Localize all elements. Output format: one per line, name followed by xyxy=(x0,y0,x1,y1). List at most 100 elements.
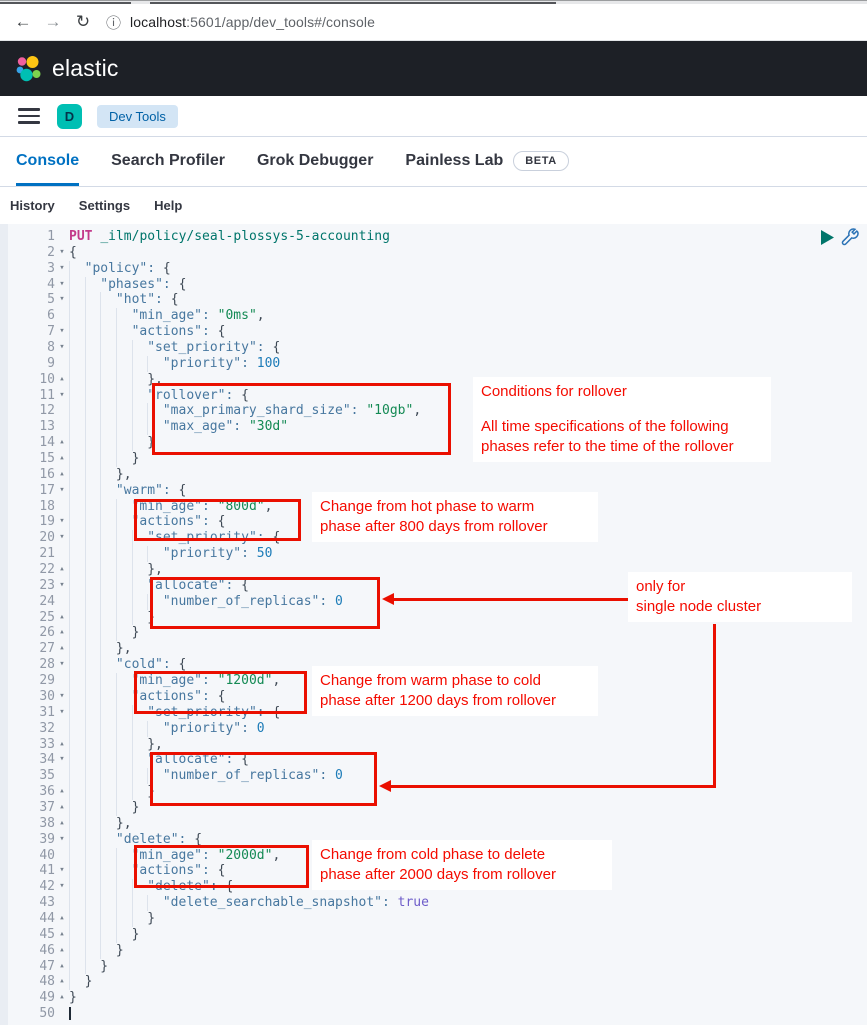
code-line[interactable]: 39▾"delete": { xyxy=(0,832,867,848)
code-line[interactable]: 5▾"hot": { xyxy=(0,292,867,308)
request-options-wrench-button[interactable] xyxy=(841,228,859,246)
code-line[interactable]: 41▾"actions": { xyxy=(0,863,867,879)
console-editor[interactable]: 1PUT _ilm/policy/seal-plossys-5-accounti… xyxy=(0,224,867,1025)
code-line[interactable]: 34▾"allocate": { xyxy=(0,752,867,768)
fold-open-icon[interactable]: ▾ xyxy=(55,292,69,308)
code-line[interactable]: 23▾"allocate": { xyxy=(0,578,867,594)
fold-close-icon[interactable]: ▴ xyxy=(55,800,69,816)
code-line[interactable]: 35"number_of_replicas": 0 xyxy=(0,768,867,784)
code-line[interactable]: 17▾"warm": { xyxy=(0,483,867,499)
fold-close-icon[interactable]: ▴ xyxy=(55,959,69,975)
code-line[interactable]: 12"max_primary_shard_size": "10gb", xyxy=(0,403,867,419)
fold-open-icon[interactable]: ▾ xyxy=(55,578,69,594)
forward-button[interactable]: → xyxy=(38,12,68,32)
fold-open-icon[interactable]: ▾ xyxy=(55,340,69,356)
code-line[interactable]: 48▴} xyxy=(0,974,867,990)
code-line[interactable]: 33▴}, xyxy=(0,737,867,753)
fold-close-icon[interactable]: ▴ xyxy=(55,943,69,959)
code-line[interactable]: 43"delete_searchable_snapshot": true xyxy=(0,895,867,911)
code-line[interactable]: 38▴}, xyxy=(0,816,867,832)
fold-open-icon[interactable]: ▾ xyxy=(55,277,69,293)
fold-close-icon[interactable]: ▴ xyxy=(55,784,69,800)
code-line[interactable]: 22▴}, xyxy=(0,562,867,578)
fold-close-icon[interactable]: ▴ xyxy=(55,451,69,467)
fold-open-icon[interactable]: ▾ xyxy=(55,752,69,768)
code-line[interactable]: 26▴} xyxy=(0,625,867,641)
fold-open-icon[interactable]: ▾ xyxy=(55,879,69,895)
fold-open-icon[interactable]: ▾ xyxy=(55,388,69,404)
fold-open-icon[interactable]: ▾ xyxy=(55,689,69,705)
code-line[interactable]: 40"min_age": "2000d", xyxy=(0,848,867,864)
code-line[interactable]: 36▴} xyxy=(0,784,867,800)
code-line[interactable]: 42▾"delete": { xyxy=(0,879,867,895)
fold-open-icon[interactable]: ▾ xyxy=(55,324,69,340)
code-line[interactable]: 20▾"set_priority": { xyxy=(0,530,867,546)
code-line[interactable]: 47▴} xyxy=(0,959,867,975)
code-line[interactable]: 18"min_age": "800d", xyxy=(0,499,867,515)
menu-hamburger-icon[interactable] xyxy=(18,108,40,124)
fold-close-icon[interactable]: ▴ xyxy=(55,372,69,388)
send-request-button[interactable] xyxy=(821,230,834,245)
fold-open-icon[interactable]: ▾ xyxy=(55,832,69,848)
code-line[interactable]: 9"priority": 100 xyxy=(0,356,867,372)
code-line[interactable]: 8▾"set_priority": { xyxy=(0,340,867,356)
back-button[interactable]: ← xyxy=(8,12,38,32)
code-line[interactable]: 27▴}, xyxy=(0,641,867,657)
code-line[interactable]: 28▾"cold": { xyxy=(0,657,867,673)
code-line[interactable]: 14▴} xyxy=(0,435,867,451)
fold-close-icon[interactable]: ▴ xyxy=(55,974,69,990)
fold-close-icon[interactable]: ▴ xyxy=(55,562,69,578)
fold-open-icon[interactable]: ▾ xyxy=(55,514,69,530)
tab-painless-lab[interactable]: Painless LabBETA xyxy=(405,137,568,186)
fold-close-icon[interactable]: ▴ xyxy=(55,467,69,483)
code-line[interactable]: 13"max_age": "30d" xyxy=(0,419,867,435)
site-info-icon[interactable]: ⓘ xyxy=(106,12,121,33)
fold-open-icon[interactable]: ▾ xyxy=(55,863,69,879)
code-line[interactable]: 50 xyxy=(0,1006,867,1022)
code-line[interactable]: 10▴}, xyxy=(0,372,867,388)
space-avatar[interactable]: D xyxy=(57,104,82,129)
code-line[interactable]: 24"number_of_replicas": 0 xyxy=(0,594,867,610)
code-line[interactable]: 2▾{ xyxy=(0,245,867,261)
code-line[interactable]: 32"priority": 0 xyxy=(0,721,867,737)
code-line[interactable]: 15▴} xyxy=(0,451,867,467)
fold-open-icon[interactable]: ▾ xyxy=(55,261,69,277)
fold-close-icon[interactable]: ▴ xyxy=(55,435,69,451)
menu-item-settings[interactable]: Settings xyxy=(79,198,130,213)
fold-open-icon[interactable]: ▾ xyxy=(55,530,69,546)
code-line[interactable]: 1PUT _ilm/policy/seal-plossys-5-accounti… xyxy=(0,229,867,245)
tab-search-profiler[interactable]: Search Profiler xyxy=(111,137,225,186)
fold-close-icon[interactable]: ▴ xyxy=(55,816,69,832)
fold-open-icon[interactable]: ▾ xyxy=(55,483,69,499)
fold-close-icon[interactable]: ▴ xyxy=(55,911,69,927)
code-line[interactable]: 44▴} xyxy=(0,911,867,927)
code-line[interactable]: 25▴} xyxy=(0,610,867,626)
code-line[interactable]: 31▾"set_priority": { xyxy=(0,705,867,721)
tab-grok-debugger[interactable]: Grok Debugger xyxy=(257,137,373,186)
code-line[interactable]: 46▴} xyxy=(0,943,867,959)
code-line[interactable]: 45▴} xyxy=(0,927,867,943)
breadcrumb[interactable]: Dev Tools xyxy=(97,105,178,128)
code-line[interactable]: 29"min_age": "1200d", xyxy=(0,673,867,689)
fold-open-icon[interactable]: ▾ xyxy=(55,705,69,721)
fold-close-icon[interactable]: ▴ xyxy=(55,641,69,657)
code-line[interactable]: 30▾"actions": { xyxy=(0,689,867,705)
fold-close-icon[interactable]: ▴ xyxy=(55,625,69,641)
menu-item-help[interactable]: Help xyxy=(154,198,182,213)
code-line[interactable]: 19▾"actions": { xyxy=(0,514,867,530)
fold-open-icon[interactable]: ▾ xyxy=(55,245,69,261)
fold-open-icon[interactable]: ▾ xyxy=(55,657,69,673)
code-line[interactable]: 7▾"actions": { xyxy=(0,324,867,340)
code-line[interactable]: 6"min_age": "0ms", xyxy=(0,308,867,324)
code-line[interactable]: 11▾"rollover": { xyxy=(0,388,867,404)
elastic-logo-icon[interactable] xyxy=(14,54,44,84)
fold-close-icon[interactable]: ▴ xyxy=(55,610,69,626)
tab-console[interactable]: Console xyxy=(16,137,79,186)
fold-close-icon[interactable]: ▴ xyxy=(55,927,69,943)
code-line[interactable]: 49▴} xyxy=(0,990,867,1006)
fold-close-icon[interactable]: ▴ xyxy=(55,737,69,753)
fold-close-icon[interactable]: ▴ xyxy=(55,990,69,1006)
url-bar[interactable]: ⓘ localhost:5601/app/dev_tools#/console xyxy=(106,8,867,36)
code-line[interactable]: 21"priority": 50 xyxy=(0,546,867,562)
code-line[interactable]: 3▾"policy": { xyxy=(0,261,867,277)
